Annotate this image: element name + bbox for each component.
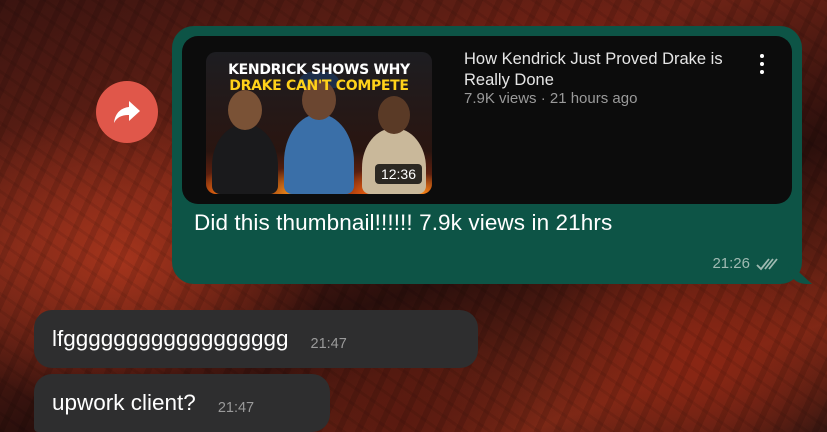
thumbnail-headline-line1: KENDRICK SHOWS WHY xyxy=(228,62,410,78)
video-thumbnail[interactable]: KENDRICK SHOWS WHY DRAKE CAN'T COMPETE 1… xyxy=(206,52,432,194)
message-timestamp: 21:26 xyxy=(712,255,750,272)
outgoing-message-text: Did this thumbnail!!!!!! 7.9k views in 2… xyxy=(194,210,613,235)
more-options-icon[interactable] xyxy=(756,54,768,74)
double-check-icon xyxy=(756,257,778,270)
video-meta: 7.9K views · 21 hours ago xyxy=(464,90,638,107)
thumbnail-headline: KENDRICK SHOWS WHY DRAKE CAN'T COMPETE xyxy=(206,62,432,94)
incoming-message-bubble[interactable]: upwork client? 21:47 xyxy=(34,374,330,432)
thumbnail-person-right xyxy=(362,96,426,194)
message-timestamp: 21:47 xyxy=(310,336,347,352)
thumbnail-person-left xyxy=(212,90,278,194)
thumbnail-headline-line2: DRAKE CAN'T COMPETE xyxy=(229,78,409,94)
youtube-link-preview[interactable]: KENDRICK SHOWS WHY DRAKE CAN'T COMPETE 1… xyxy=(182,36,792,204)
forward-button[interactable] xyxy=(96,81,158,143)
outgoing-message-bubble[interactable]: KENDRICK SHOWS WHY DRAKE CAN'T COMPETE 1… xyxy=(172,26,812,284)
incoming-message-text: upwork client? xyxy=(52,390,196,415)
forward-arrow-icon xyxy=(114,101,140,123)
thumbnail-person-center xyxy=(284,72,354,194)
outgoing-message-meta: 21:26 xyxy=(712,255,780,272)
video-duration-badge: 12:36 xyxy=(374,164,422,184)
video-title[interactable]: How Kendrick Just Proved Drake is Really… xyxy=(464,49,734,91)
incoming-message-bubble[interactable]: lfgggggggggggggggggg 21:47 xyxy=(34,310,478,368)
incoming-message-text: lfgggggggggggggggggg xyxy=(52,326,289,351)
message-timestamp: 21:47 xyxy=(217,400,255,416)
